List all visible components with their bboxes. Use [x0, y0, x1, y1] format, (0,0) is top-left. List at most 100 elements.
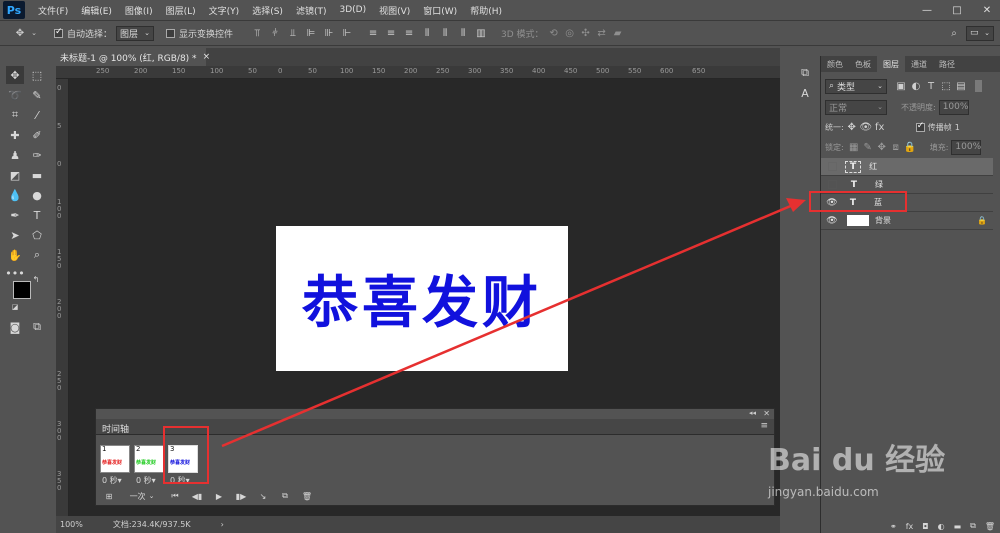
move-tool-icon[interactable]: ✥	[14, 27, 26, 39]
filter-pixel-icon[interactable]: ▣	[895, 80, 907, 92]
default-colors-icon[interactable]: ◪	[10, 302, 20, 312]
align-right-icon[interactable]: ⊩	[341, 27, 353, 39]
fill-input[interactable]: 100%	[951, 139, 982, 155]
menu-edit[interactable]: 编辑(E)	[81, 4, 112, 17]
canvas-text-layer[interactable]: 恭喜发财	[302, 258, 542, 339]
menu-3d[interactable]: 3D(D)	[339, 5, 366, 15]
convert-timeline-icon[interactable]: ⊞	[100, 489, 118, 503]
align-hcenter-icon[interactable]: ⊪	[323, 27, 335, 39]
layer-name[interactable]: 红	[869, 161, 877, 172]
document-info[interactable]: 文档:234.4K/937.5K	[113, 519, 191, 530]
shape-tool-icon[interactable]: ⬠	[28, 226, 46, 244]
delete-layer-icon[interactable]: 🗑	[985, 522, 995, 531]
layer-name[interactable]: 背景	[875, 215, 891, 226]
lock-transparent-icon[interactable]: ▦	[848, 141, 860, 153]
type-tool-icon[interactable]: T	[28, 206, 46, 224]
auto-select-checkbox[interactable]	[54, 27, 63, 38]
filter-shape-icon[interactable]: ⬚	[940, 80, 952, 92]
collapse-panel-icon[interactable]: ◂◂	[749, 409, 756, 417]
close-window-button[interactable]: ✕	[978, 2, 996, 18]
distribute-left-icon[interactable]: ⦀	[421, 27, 433, 39]
tween-icon[interactable]: ↘	[254, 489, 272, 503]
tab-swatches[interactable]: 色板	[849, 56, 877, 72]
layer-filter-dropdown[interactable]: ⌕ 类型 ⌄	[825, 78, 887, 94]
swap-colors-icon[interactable]: ↰	[31, 274, 41, 284]
healing-brush-icon[interactable]: ✚	[6, 126, 24, 144]
new-group-icon[interactable]: ▬	[954, 522, 962, 531]
auto-select-dropdown[interactable]: 图层 ⌄	[116, 25, 155, 41]
character-panel-icon[interactable]: A	[796, 84, 814, 102]
3d-drag-icon[interactable]: ✣	[580, 27, 592, 39]
distribute-right-icon[interactable]: ⦀	[457, 27, 469, 39]
lasso-tool-icon[interactable]: ➰	[6, 86, 24, 104]
play-icon[interactable]: ▶	[210, 489, 228, 503]
hand-tool-icon[interactable]: ✋	[6, 246, 24, 264]
3d-slide-icon[interactable]: ⇄	[596, 27, 608, 39]
workspace-dropdown[interactable]: ▭ ⌄	[966, 25, 994, 41]
pen-tool-icon[interactable]: ✒	[6, 206, 24, 224]
history-panel-icon[interactable]: ⧉	[796, 64, 814, 82]
distribute-hcenter-icon[interactable]: ⦀	[439, 27, 451, 39]
menu-type[interactable]: 文字(Y)	[209, 4, 240, 17]
filter-toggle[interactable]	[975, 80, 982, 92]
frame-delay[interactable]: 0 秒▾	[102, 475, 122, 486]
menu-window[interactable]: 窗口(W)	[423, 4, 457, 17]
eraser-tool-icon[interactable]: ◩	[6, 166, 24, 184]
quick-select-tool-icon[interactable]: ✎	[28, 86, 46, 104]
propagate-frame-checkbox[interactable]	[915, 121, 925, 132]
filter-type-icon[interactable]: T	[925, 80, 937, 92]
tab-paths[interactable]: 路径	[933, 56, 961, 72]
move-tool-icon[interactable]: ✥	[6, 66, 24, 84]
visibility-toggle-off[interactable]	[828, 162, 837, 171]
path-select-icon[interactable]: ➤	[6, 226, 24, 244]
3d-rotate-icon[interactable]: ⟲	[548, 27, 560, 39]
eyedropper-tool-icon[interactable]: ⁄	[28, 106, 46, 124]
filter-adjustment-icon[interactable]: ◐	[910, 80, 922, 92]
frame-delay[interactable]: 0 秒▾	[136, 475, 156, 486]
document-canvas[interactable]: 恭喜发财	[276, 226, 568, 371]
brush-tool-icon[interactable]: ✐	[28, 126, 46, 144]
align-left-icon[interactable]: ⊫	[305, 27, 317, 39]
auto-align-icon[interactable]: ▥	[475, 27, 487, 39]
show-transform-checkbox[interactable]	[166, 28, 176, 38]
align-top-icon[interactable]: ⫪	[251, 27, 263, 39]
close-panel-icon[interactable]: ✕	[763, 409, 770, 418]
menu-layer[interactable]: 图层(L)	[166, 4, 196, 17]
lock-pixels-icon[interactable]: ✎	[862, 141, 874, 153]
clone-stamp-icon[interactable]: ♟	[6, 146, 24, 164]
eye-icon[interactable]: 👁	[825, 214, 839, 228]
zoom-tool-icon[interactable]: ⌕	[28, 246, 46, 264]
3d-roll-icon[interactable]: ◎	[564, 27, 576, 39]
delete-frame-icon[interactable]: 🗑	[298, 489, 316, 503]
unify-style-icon[interactable]: fx	[874, 121, 886, 133]
marquee-tool-icon[interactable]: ⬚	[28, 66, 46, 84]
adjustment-layer-icon[interactable]: ◐	[938, 522, 945, 531]
next-frame-icon[interactable]: ▮▶	[232, 489, 250, 503]
menu-help[interactable]: 帮助(H)	[470, 4, 502, 17]
layer-name[interactable]: 绿	[875, 179, 883, 190]
unify-position-icon[interactable]: ✥	[846, 121, 858, 133]
lock-artboard-icon[interactable]: ⧈	[890, 141, 902, 153]
zoom-level[interactable]: 100%	[60, 520, 83, 529]
gradient-tool-icon[interactable]: ▬	[28, 166, 46, 184]
align-vcenter-icon[interactable]: ⫩	[269, 27, 281, 39]
unify-visibility-icon[interactable]: 👁	[859, 121, 872, 133]
chevron-right-icon[interactable]: ›	[221, 520, 224, 529]
timeline-frame-1[interactable]: 1 恭喜发财	[100, 445, 130, 473]
previous-frame-icon[interactable]: ◀▮	[188, 489, 206, 503]
chevron-down-icon[interactable]: ⌄	[28, 27, 40, 39]
crop-tool-icon[interactable]: ⌗	[6, 106, 24, 124]
maximize-button[interactable]: □	[948, 2, 966, 18]
tab-channels[interactable]: 通道	[905, 56, 933, 72]
add-mask-icon[interactable]: ◘	[922, 522, 928, 531]
first-frame-icon[interactable]: ⏮	[166, 489, 184, 503]
tab-color[interactable]: 颜色	[821, 56, 849, 72]
3d-scale-icon[interactable]: ▰	[612, 27, 624, 39]
foreground-color-swatch[interactable]	[13, 281, 31, 299]
lock-all-icon[interactable]: 🔒	[903, 141, 915, 153]
layer-style-icon[interactable]: fx	[906, 522, 914, 531]
document-tab[interactable]: 未标题-1 @ 100% (红, RGB/8) * ×	[56, 48, 210, 66]
screen-mode-icon[interactable]: ⧉	[28, 318, 46, 336]
link-layers-icon[interactable]: ⚭	[890, 522, 897, 531]
dodge-tool-icon[interactable]: ●	[28, 186, 46, 204]
